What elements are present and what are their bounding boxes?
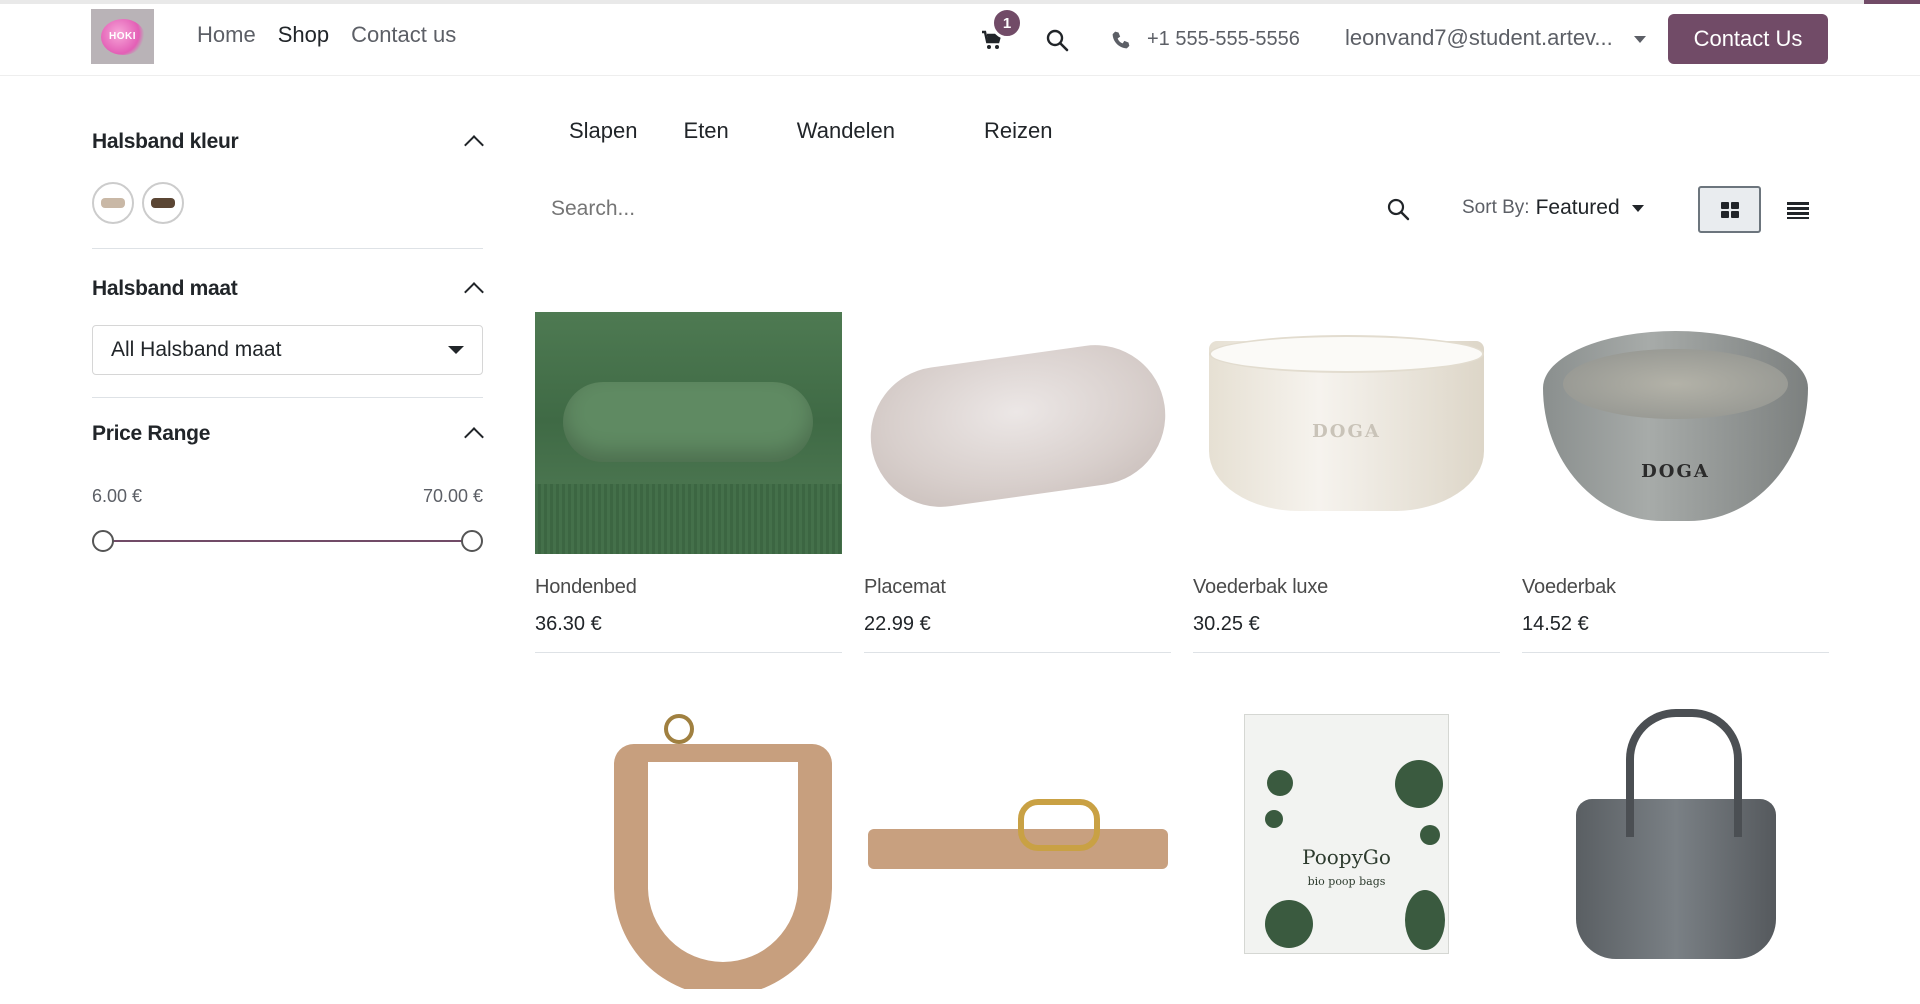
search-icon[interactable] xyxy=(1045,28,1069,52)
list-view-button[interactable] xyxy=(1773,186,1823,233)
color-swatches xyxy=(92,182,483,224)
category-slapen[interactable]: Slapen xyxy=(535,118,684,144)
category-wandelen[interactable]: Wandelen xyxy=(797,118,984,144)
product-price: 14.52 € xyxy=(1522,613,1589,635)
product-price: 36.30 € xyxy=(535,613,602,635)
search-input[interactable] xyxy=(535,197,1378,221)
product-image-dog-bed[interactable] xyxy=(535,298,842,554)
price-max: 70.00 € xyxy=(422,486,483,506)
category-tabs: Slapen Eten Wandelen Reizen xyxy=(535,118,1087,144)
product-image-leash[interactable] xyxy=(864,679,1171,989)
accent-strip xyxy=(1864,0,1920,4)
list-icon xyxy=(1787,201,1809,219)
product-name[interactable]: Hondenbed xyxy=(535,576,842,599)
product-name[interactable]: Voederbak luxe xyxy=(1193,576,1500,599)
site-logo[interactable]: HOKI xyxy=(91,9,154,64)
search-button[interactable] xyxy=(1378,189,1418,229)
filter-price: Price Range 6.00 € 70.00 € xyxy=(92,398,484,553)
product-image-bowl-luxe[interactable]: DOGA xyxy=(1193,298,1500,554)
search-icon xyxy=(1387,198,1410,221)
product-image-bowl[interactable]: DOGA xyxy=(1522,298,1829,554)
product-name[interactable]: Voederbak xyxy=(1522,576,1829,599)
price-min: 6.00 € xyxy=(92,486,143,506)
top-navbar: HOKI Home Shop Contact us 1 +1 555-555-5… xyxy=(0,0,1920,76)
filter-price-title[interactable]: Price Range xyxy=(92,422,483,446)
slider-track xyxy=(102,540,473,542)
sort-dropdown[interactable]: Sort By: Featured xyxy=(1462,196,1644,220)
nav-shop[interactable]: Shop xyxy=(278,22,329,48)
caret-down-icon xyxy=(1631,204,1644,212)
product-card[interactable] xyxy=(864,679,1171,1004)
product-image-travel-bag[interactable] xyxy=(1522,679,1829,989)
product-name[interactable]: Placemat xyxy=(864,576,1171,599)
product-search xyxy=(535,185,1418,233)
bowl-brand-label: DOGA xyxy=(1641,461,1710,482)
product-card[interactable]: DOGA Voederbak luxe 30.25 € xyxy=(1193,298,1500,653)
bowl-brand-label: DOGA xyxy=(1312,421,1381,442)
swatch-light[interactable] xyxy=(92,182,134,224)
price-range-labels: 6.00 € 70.00 € xyxy=(92,486,483,507)
product-image-harness[interactable] xyxy=(535,679,842,989)
sort-label: Sort By: xyxy=(1462,197,1530,218)
category-eten[interactable]: Eten xyxy=(684,118,797,144)
product-image-placemat[interactable] xyxy=(864,298,1171,554)
main-nav: Home Shop Contact us xyxy=(197,22,456,48)
slider-max-handle[interactable] xyxy=(461,530,483,552)
filter-collar-size: Halsband maat All Halsband maat xyxy=(92,249,484,397)
filter-collar-color-title[interactable]: Halsband kleur xyxy=(92,130,483,154)
sort-value: Featured xyxy=(1535,196,1620,219)
poop-sub-label: bio poop bags xyxy=(1307,875,1386,888)
filter-collar-size-title[interactable]: Halsband maat xyxy=(92,277,483,301)
collar-size-select-value: All Halsband maat xyxy=(111,338,282,361)
caret-down-icon xyxy=(448,346,464,354)
swatch-dark[interactable] xyxy=(142,182,184,224)
filter-collar-color: Halsband kleur xyxy=(92,130,484,248)
product-grid: Hondenbed 36.30 € Placemat 22.99 € DOGA … xyxy=(535,298,1829,1004)
logo-mark: HOKI xyxy=(100,18,145,55)
product-card[interactable]: Hondenbed 36.30 € xyxy=(535,298,842,653)
product-card[interactable] xyxy=(535,679,842,1004)
slider-min-handle[interactable] xyxy=(92,530,114,552)
price-range-slider[interactable] xyxy=(92,529,483,553)
nav-home[interactable]: Home xyxy=(197,22,256,48)
product-image-poop-bags[interactable]: PoopyGo bio poop bags xyxy=(1193,679,1500,989)
product-price: 30.25 € xyxy=(1193,613,1260,635)
phone-number[interactable]: +1 555-555-5556 xyxy=(1147,28,1300,51)
grid-icon xyxy=(1720,201,1739,218)
poop-brand-label: PoopyGo xyxy=(1302,845,1391,869)
product-card[interactable] xyxy=(1522,679,1829,1004)
cart-count-badge: 1 xyxy=(991,7,1023,39)
product-card[interactable]: DOGA Voederbak 14.52 € xyxy=(1522,298,1829,653)
product-card[interactable]: PoopyGo bio poop bags xyxy=(1193,679,1500,1004)
user-menu-caret-icon[interactable] xyxy=(1634,36,1646,43)
user-menu[interactable]: leonvand7@student.artev... xyxy=(1345,25,1613,51)
category-reizen[interactable]: Reizen xyxy=(984,118,1086,144)
product-price: 22.99 € xyxy=(864,613,931,635)
filter-sidebar: Halsband kleur Halsband maat All Halsban… xyxy=(92,130,484,553)
product-card[interactable]: Placemat 22.99 € xyxy=(864,298,1171,653)
phone-icon xyxy=(1112,31,1130,49)
collar-size-select[interactable]: All Halsband maat xyxy=(92,325,483,375)
logo-text: HOKI xyxy=(109,31,136,42)
contact-us-button[interactable]: Contact Us xyxy=(1668,14,1828,64)
nav-contact[interactable]: Contact us xyxy=(351,22,456,48)
grid-view-button[interactable] xyxy=(1698,186,1761,233)
